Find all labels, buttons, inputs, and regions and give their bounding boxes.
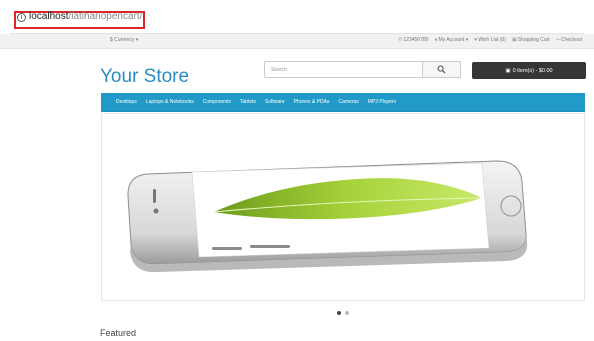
menu-item-desktops[interactable]: Desktops [116,99,137,105]
slide-dot-1[interactable] [337,311,341,315]
menu-item-phones[interactable]: Phones & PDAs [294,99,330,105]
checkout-label: Checkout [560,37,582,43]
store-logo-title[interactable]: Your Store [100,66,189,88]
iphone-banner-image [127,160,528,273]
info-icon[interactable]: i [17,13,26,22]
search-icon [437,65,446,74]
my-account-dropdown[interactable]: ●My Account ▾ [434,37,468,43]
cart-button[interactable]: ▣ 0 item(s) - $0.00 [472,62,586,79]
search-button[interactable] [423,61,461,78]
cart-icon: ▣ [511,37,517,43]
shopping-cart-link[interactable]: ▣Shopping Cart [512,37,550,43]
checkout-link[interactable]: ↪Checkout [556,37,582,43]
shopping-cart-label: Shopping Cart [517,37,550,43]
menu-item-cameras[interactable]: Cameras [338,99,358,105]
menu-item-components[interactable]: Components [203,99,231,105]
top-links: ✆123456789 ●My Account ▾ ♥Wish List (0) … [398,37,582,43]
category-menu: Desktops Laptops & Notebooks Components … [101,93,585,112]
phone-link[interactable]: ✆123456789 [398,37,428,43]
cart-button-label: 0 item(s) - $0.00 [512,67,553,74]
top-navigation: $ Currency ▾ ✆123456789 ●My Account ▾ ♥W… [0,34,594,49]
address-url[interactable]: localhost/latihanopencart/ [29,11,142,22]
menu-item-tablets[interactable]: Tablets [240,99,256,105]
wishlist-label: Wish List (0) [478,37,506,43]
phone-icon: ✆ [398,37,403,43]
cart-icon: ▣ [505,67,511,74]
share-icon: ↪ [555,37,560,43]
slide-dot-2[interactable] [345,311,349,315]
slideshow-pagination [337,311,349,315]
heart-icon: ♥ [474,37,478,43]
phone-label: 123456789 [403,37,429,43]
my-account-label: My Account ▾ [438,37,469,43]
user-icon: ● [434,37,438,43]
menu-item-software[interactable]: Software [265,99,285,105]
url-host: localhost [29,11,69,22]
featured-heading: Featured [100,328,137,338]
search-input[interactable]: Search [264,61,423,78]
slideshow-banner[interactable] [101,113,585,301]
url-path: /latihanopencart/ [68,11,143,22]
wishlist-link[interactable]: ♥Wish List (0) [474,37,506,43]
currency-dropdown[interactable]: $ Currency ▾ [110,37,138,43]
menu-item-laptops[interactable]: Laptops & Notebooks [146,99,194,105]
menu-item-mp3[interactable]: MP3 Players [368,99,396,105]
